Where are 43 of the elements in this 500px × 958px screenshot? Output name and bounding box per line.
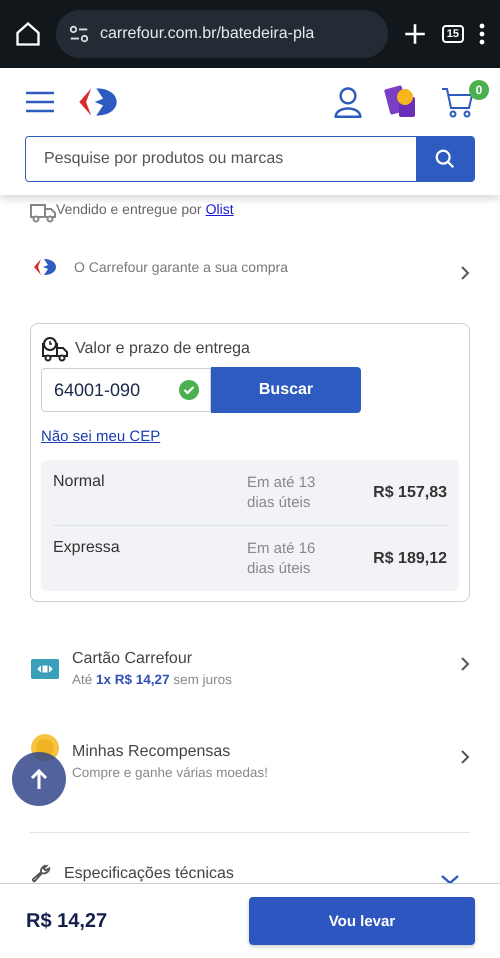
shipping-price: R$ 189,12: [372, 550, 447, 568]
more-menu-icon[interactable]: [478, 22, 486, 46]
back-to-top-button[interactable]: [12, 752, 66, 806]
benefit-subtitle: Compre e ganhe várias moedas!: [72, 765, 269, 780]
arrow-up-icon: [29, 768, 49, 790]
search-cep-button[interactable]: Buscar: [211, 367, 361, 413]
cart-count-badge: 0: [469, 80, 489, 100]
shipping-time: Em até 16 dias úteis: [247, 539, 316, 579]
search-field[interactable]: Pesquise por produtos ou marcas: [25, 136, 475, 182]
address-bar[interactable]: carrefour.com.br/batedeira-pla: [56, 10, 388, 58]
guarantee-text: O Carrefour garante a sua compra: [74, 259, 289, 275]
delivery-title: Valor e prazo de entrega: [75, 340, 250, 358]
credit-card-icon: [30, 658, 60, 680]
tab-count-button[interactable]: 15: [442, 25, 464, 43]
delivery-truck-clock-icon: [41, 336, 69, 362]
benefit-title: Minhas Recompensas: [72, 743, 232, 761]
buy-button[interactable]: Vou levar: [249, 897, 475, 945]
benefit-title: Cartão Carrefour: [72, 650, 194, 668]
chevron-down-icon[interactable]: [440, 873, 460, 883]
specs-title: Especificações técnicas: [64, 865, 235, 883]
shipping-name: Normal: [53, 473, 106, 491]
seller-text: Vendido e entregue por: [56, 201, 202, 217]
cep-help-link[interactable]: Não sei meu CEP: [41, 428, 160, 445]
home-icon[interactable]: [14, 20, 42, 48]
chevron-right-icon[interactable]: [460, 749, 470, 765]
shipping-name: Expressa: [53, 539, 121, 557]
shipping-time: Em até 13 dias úteis: [247, 473, 316, 513]
cep-field[interactable]: 64001-090: [41, 368, 211, 412]
search-button[interactable]: [416, 137, 474, 181]
search-icon: [434, 148, 456, 170]
account-icon[interactable]: [333, 86, 363, 118]
product-price: R$ 14,27: [26, 910, 108, 932]
shipping-price: R$ 157,83: [372, 484, 447, 502]
chevron-right-icon[interactable]: [460, 265, 470, 281]
chevron-right-icon[interactable]: [460, 656, 470, 672]
benefit-subtitle: Até 1x R$ 14,27 sem juros: [72, 672, 233, 687]
seller-link[interactable]: Olist: [206, 201, 234, 217]
wrench-icon: [30, 863, 52, 883]
menu-icon[interactable]: [25, 91, 55, 113]
cart-icon[interactable]: [441, 86, 475, 118]
carrefour-logo: [32, 257, 58, 277]
site-settings-icon: [68, 23, 90, 45]
truck-icon: [30, 201, 56, 223]
